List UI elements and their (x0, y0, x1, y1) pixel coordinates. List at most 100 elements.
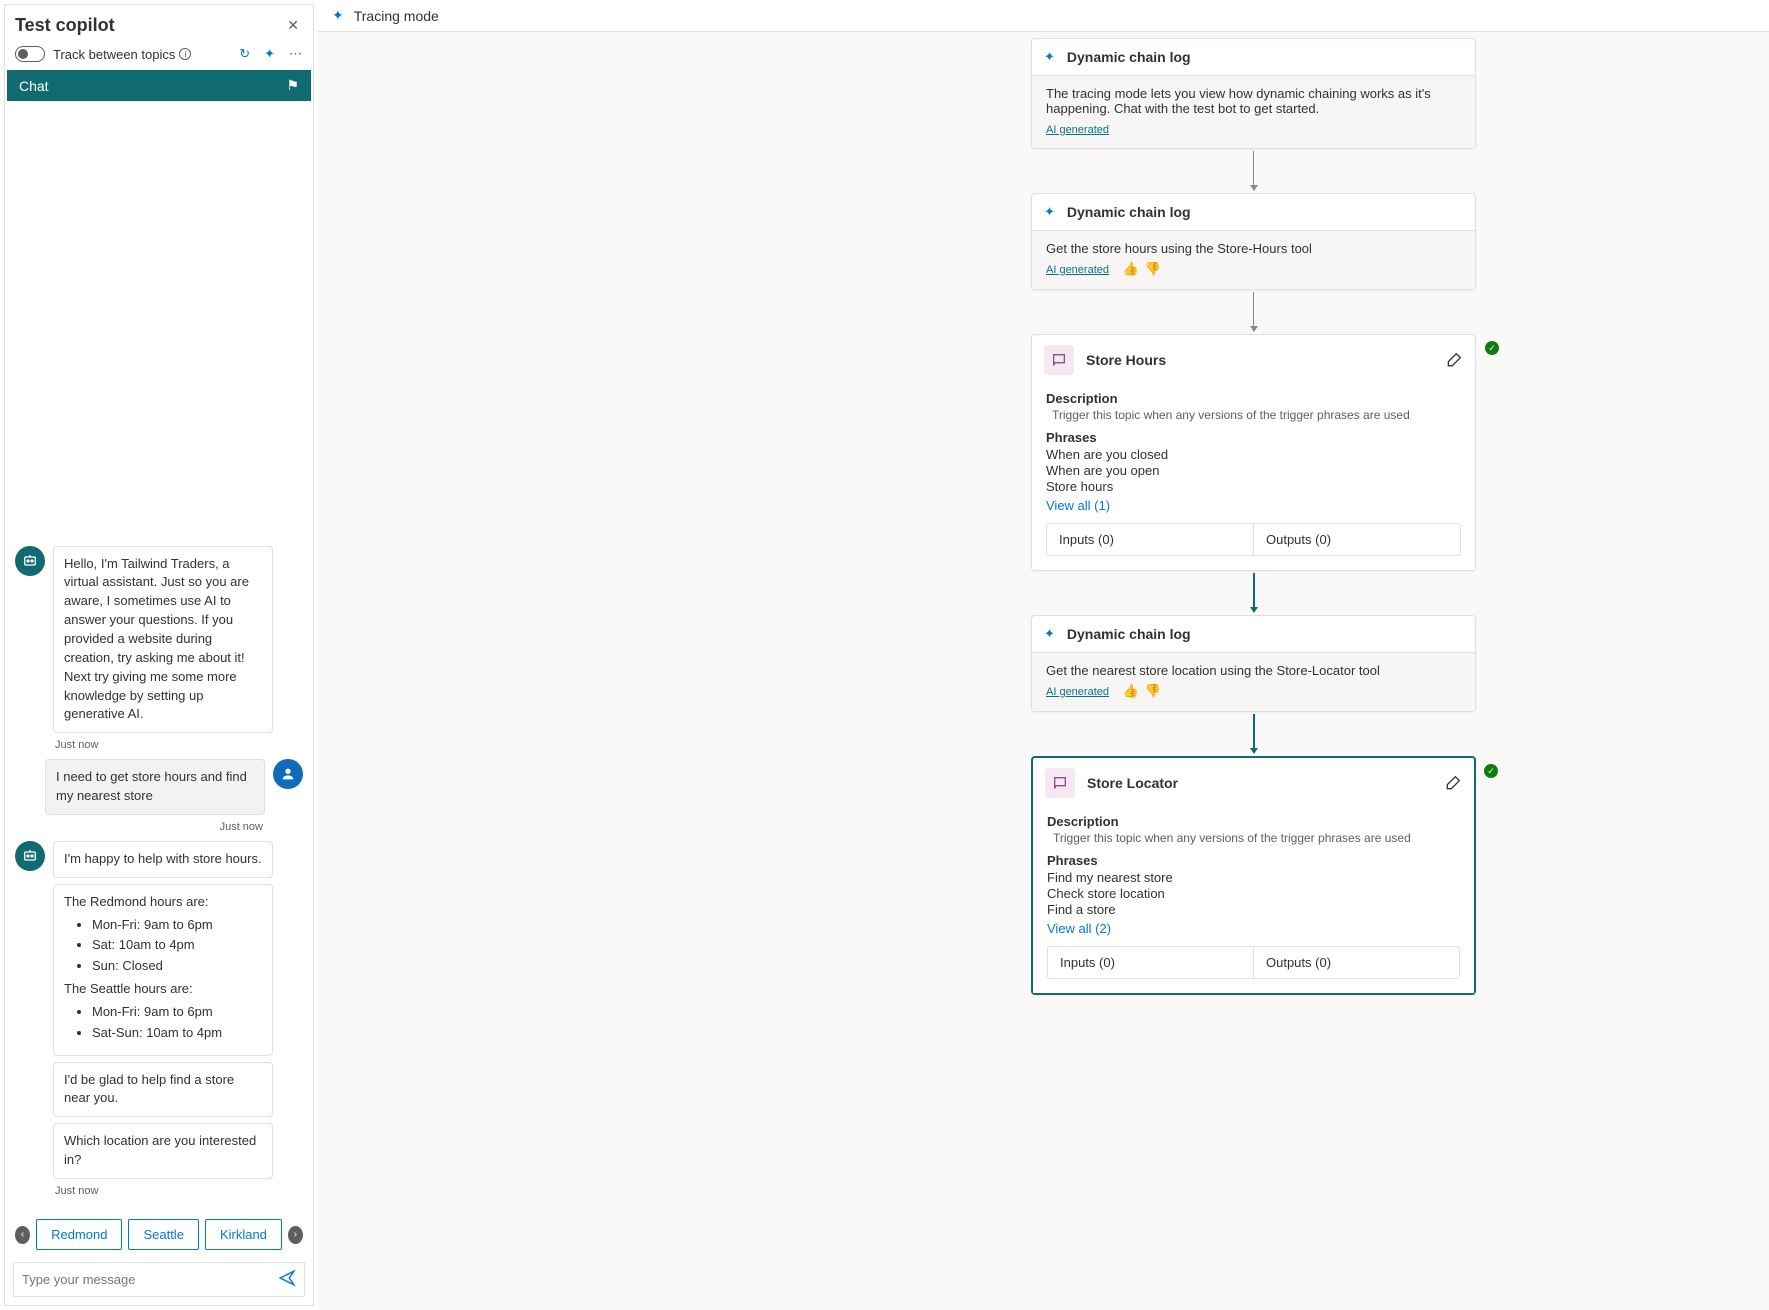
timestamp: Just now (15, 821, 263, 833)
redmond-hours-list: Mon-Fri: 9am to 6pm Sat: 10am to 4pm Sun… (64, 916, 262, 977)
node-title: Store Locator (1087, 775, 1178, 791)
node-title: Store Hours (1086, 352, 1166, 368)
sparkle-icon: ✦ (1044, 626, 1055, 642)
view-all-link[interactable]: View all (2) (1047, 921, 1460, 936)
node-title: Dynamic chain log (1067, 204, 1191, 220)
ai-generated-link[interactable]: AI generated (1046, 686, 1109, 698)
description-label: Description (1047, 814, 1460, 829)
connector (1250, 290, 1258, 334)
bot-message-row: Hello, I'm Tailwind Traders, a virtual a… (15, 546, 303, 734)
timestamp: Just now (55, 739, 303, 751)
close-icon[interactable]: ✕ (283, 13, 303, 38)
phrase-item: When are you closed (1046, 447, 1461, 462)
suggestion-redmond[interactable]: Redmond (36, 1219, 122, 1250)
node-body-text: Get the store hours using the Store-Hour… (1046, 241, 1461, 256)
topic-icon (1045, 768, 1075, 798)
test-copilot-panel: Test copilot ✕ Track between topics i ↻ … (4, 4, 314, 1306)
tracing-header: ✦ Tracing mode (318, 0, 1769, 32)
ai-generated-link[interactable]: AI generated (1046, 124, 1109, 136)
bot-bubble: Which location are you interested in? (53, 1123, 273, 1179)
inputs-cell[interactable]: Inputs (0) (1048, 947, 1253, 978)
sparkle-icon: ✦ (1044, 204, 1055, 220)
timestamp: Just now (55, 1185, 303, 1197)
check-icon: ✓ (1485, 341, 1499, 355)
phrases-label: Phrases (1047, 853, 1460, 868)
thumbs-down-icon[interactable]: 👎 (1145, 261, 1161, 277)
ai-generated-link[interactable]: AI generated (1046, 264, 1109, 276)
store-hours-node[interactable]: ✓ Store Hours Description Trigger this t… (1031, 334, 1476, 571)
thumbs-down-icon[interactable]: 👎 (1145, 683, 1161, 699)
list-item: Mon-Fri: 9am to 6pm (92, 916, 262, 935)
phrase-item: Store hours (1046, 479, 1461, 494)
inputs-cell[interactable]: Inputs (0) (1047, 524, 1253, 555)
chat-tab[interactable]: Chat ⚑ (7, 70, 311, 101)
topic-icon (1044, 345, 1074, 375)
node-title: Dynamic chain log (1067, 626, 1191, 642)
edit-icon[interactable] (1446, 774, 1462, 793)
user-avatar-icon (273, 759, 303, 789)
phrase-item: Check store location (1047, 886, 1460, 901)
thumbs-up-icon[interactable]: 👍 (1123, 683, 1139, 699)
thumbs-up-icon[interactable]: 👍 (1123, 261, 1139, 277)
phrase-item: When are you open (1046, 463, 1461, 478)
description-text: Trigger this topic when any versions of … (1053, 831, 1460, 845)
view-all-link[interactable]: View all (1) (1046, 498, 1461, 513)
seattle-hours-list: Mon-Fri: 9am to 6pm Sat-Sun: 10am to 4pm (64, 1003, 262, 1043)
send-icon[interactable] (278, 1269, 296, 1290)
track-toggle[interactable] (15, 46, 45, 62)
phrase-item: Find my nearest store (1047, 870, 1460, 885)
next-arrow-icon[interactable]: › (288, 1226, 303, 1244)
edit-icon[interactable] (1447, 351, 1463, 370)
panel-title: Test copilot (15, 15, 115, 36)
panel-toolbar: Track between topics i ↻ ✦ ⋯ (5, 42, 313, 70)
sparkle-icon: ✦ (332, 7, 344, 24)
bot-greeting-bubble: Hello, I'm Tailwind Traders, a virtual a… (53, 546, 273, 734)
list-item: Sun: Closed (92, 957, 262, 976)
list-item: Sat-Sun: 10am to 4pm (92, 1024, 262, 1043)
chat-body: Hello, I'm Tailwind Traders, a virtual a… (5, 101, 313, 1215)
redmond-label: The Redmond hours are: (64, 893, 262, 912)
sparkle-icon: ✦ (1044, 49, 1055, 65)
tracing-canvas[interactable]: ✦ Dynamic chain log The tracing mode let… (318, 32, 1769, 1310)
io-row: Inputs (0) Outputs (0) (1046, 523, 1461, 556)
bot-message-column: I'm happy to help with store hours. The … (53, 841, 273, 1179)
connector (1250, 571, 1258, 615)
node-body-text: The tracing mode lets you view how dynam… (1046, 86, 1461, 116)
description-label: Description (1046, 391, 1461, 406)
info-icon[interactable]: i (179, 48, 191, 60)
store-locator-node[interactable]: ✓ Store Locator Description Trigger this… (1031, 756, 1476, 995)
bot-avatar-icon (15, 841, 45, 871)
dynamic-chain-log-node[interactable]: ✦ Dynamic chain log Get the nearest stor… (1031, 615, 1476, 712)
check-icon: ✓ (1484, 764, 1498, 778)
description-text: Trigger this topic when any versions of … (1052, 408, 1461, 422)
message-input[interactable] (22, 1272, 278, 1287)
suggestion-row: ‹ Redmond Seattle Kirkland › (5, 1215, 313, 1254)
bot-bubble: I'm happy to help with store hours. (53, 841, 273, 878)
outputs-cell[interactable]: Outputs (0) (1253, 524, 1460, 555)
refresh-icon[interactable]: ↻ (239, 46, 250, 62)
suggestion-kirkland[interactable]: Kirkland (205, 1219, 282, 1250)
feedback-icons: 👍 👎 (1123, 683, 1161, 699)
node-title: Dynamic chain log (1067, 49, 1191, 65)
sparkle-icon[interactable]: ✦ (264, 46, 275, 62)
prev-arrow-icon[interactable]: ‹ (15, 1226, 30, 1244)
node-body-text: Get the nearest store location using the… (1046, 663, 1461, 678)
suggestion-seattle[interactable]: Seattle (128, 1219, 198, 1250)
dynamic-chain-log-node[interactable]: ✦ Dynamic chain log The tracing mode let… (1031, 38, 1476, 149)
panel-header: Test copilot ✕ (5, 5, 313, 42)
toolbar-actions: ↻ ✦ ⋯ (239, 46, 303, 62)
more-icon[interactable]: ⋯ (289, 46, 303, 62)
message-input-row (13, 1262, 305, 1297)
store-hours-bubble: The Redmond hours are: Mon-Fri: 9am to 6… (53, 884, 273, 1056)
phrase-item: Find a store (1047, 902, 1460, 917)
list-item: Mon-Fri: 9am to 6pm (92, 1003, 262, 1022)
user-message-row: I need to get store hours and find my ne… (15, 759, 303, 815)
io-row: Inputs (0) Outputs (0) (1047, 946, 1460, 979)
flag-icon[interactable]: ⚑ (286, 77, 299, 94)
outputs-cell[interactable]: Outputs (0) (1253, 947, 1459, 978)
dynamic-chain-log-node[interactable]: ✦ Dynamic chain log Get the store hours … (1031, 193, 1476, 290)
bot-bubble: I'd be glad to help find a store near yo… (53, 1062, 273, 1118)
phrases-label: Phrases (1046, 430, 1461, 445)
list-item: Sat: 10am to 4pm (92, 936, 262, 955)
seattle-label: The Seattle hours are: (64, 980, 262, 999)
